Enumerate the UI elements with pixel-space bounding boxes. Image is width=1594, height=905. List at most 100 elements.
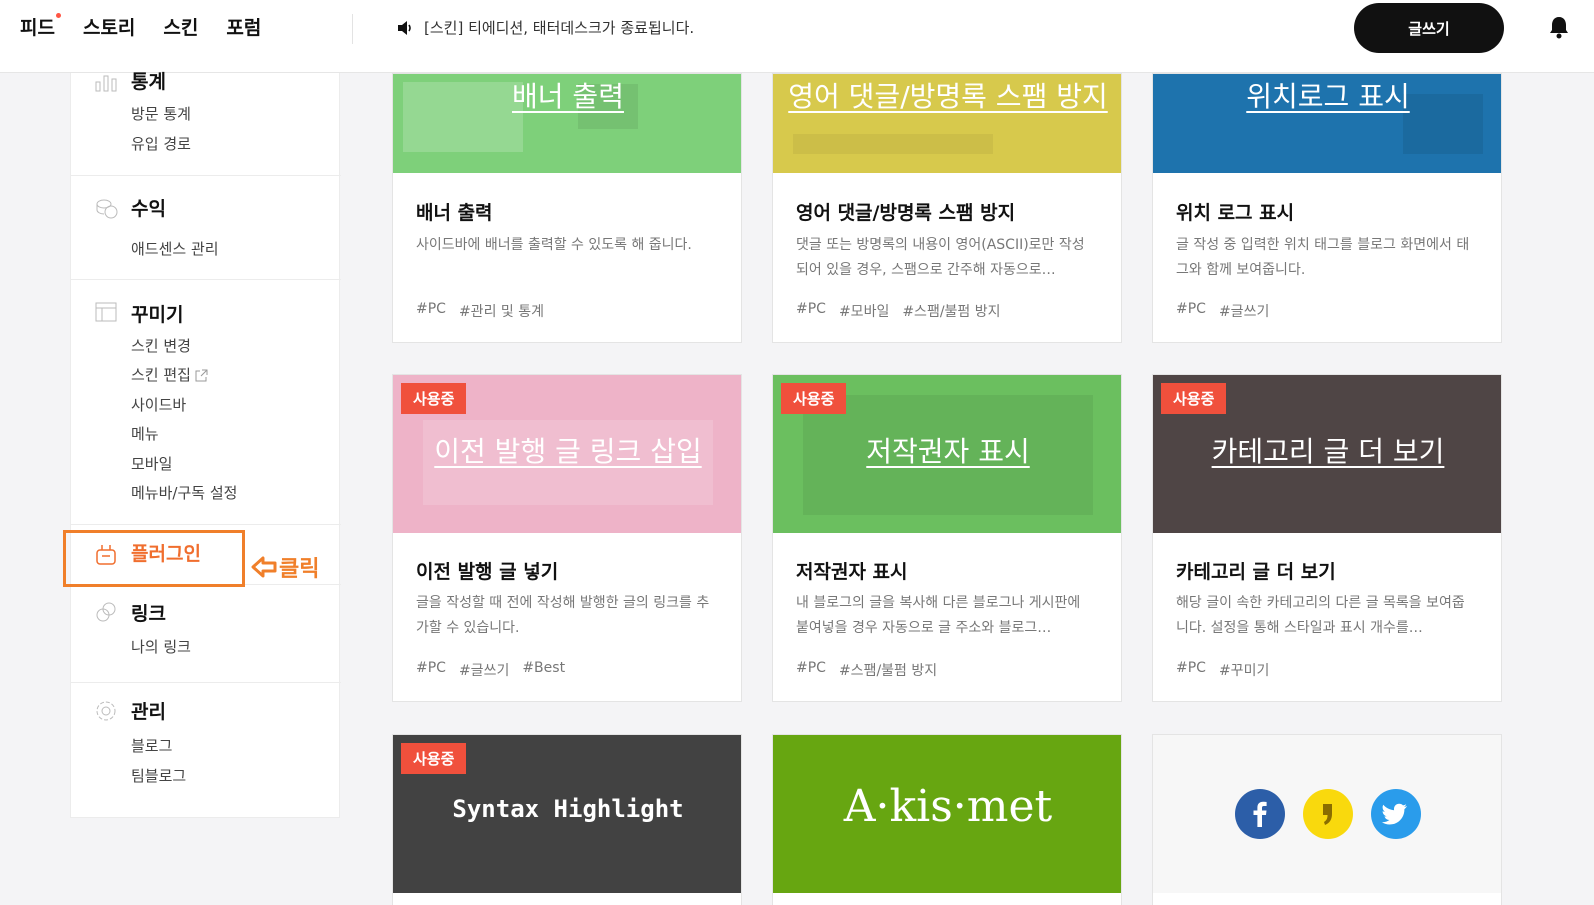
- sidebar-item-sidebar[interactable]: 사이드바: [131, 394, 186, 415]
- sidebar-title-design: 꾸미기: [131, 304, 184, 326]
- card-thumb-title: 영어 댓글/방명록 스팸 방지: [788, 80, 1108, 113]
- top-bar: 피드 스토리 스킨 포럼 [스킨] 티에디션, 태터데스크가 종료됩니다. 글쓰…: [0, 0, 1594, 73]
- card-title: 카테고리 글 더 보기: [1176, 561, 1336, 583]
- plugin-card[interactable]: A·kis·met: [772, 734, 1122, 905]
- card-tags: #PC #꾸미기: [1176, 660, 1282, 680]
- card-tags: #PC #모바일 #스팸/불펌 방지: [796, 301, 1014, 321]
- chart-icon: [95, 75, 117, 92]
- notice-link[interactable]: [스킨] 티에디션, 태터데스크가 종료됩니다.: [396, 17, 694, 38]
- write-button[interactable]: 글쓰기: [1354, 3, 1504, 53]
- notice-text: [스킨] 티에디션, 태터데스크가 종료됩니다.: [424, 19, 695, 37]
- new-dot: [55, 13, 61, 18]
- facebook-icon: [1235, 789, 1285, 839]
- card-description: 글을 작성할 때 전에 작성해 발행한 글의 링크를 추가할 수 있습니다.: [416, 595, 710, 636]
- plugin-card[interactable]: 사용중 Syntax Highlight: [392, 734, 742, 905]
- in-use-badge: 사용중: [401, 743, 467, 774]
- sidebar: 통계 방문 통계 유입 경로 수익 애드센스 관리 꾸미기 스킨 변경 스킨 편…: [70, 71, 341, 818]
- nav-skin[interactable]: 스킨: [163, 14, 198, 42]
- sidebar-item-skin-change[interactable]: 스킨 변경: [131, 335, 191, 356]
- card-thumb-title: 배너 출력: [512, 80, 624, 113]
- click-annotation: 클릭: [251, 551, 319, 583]
- card-tags: #PC #글쓰기: [1176, 301, 1282, 321]
- tag[interactable]: #스팸/불펌 방지: [902, 301, 1000, 321]
- plugin-card[interactable]: [1152, 734, 1502, 905]
- sidebar-item-mobile[interactable]: 모바일: [131, 453, 172, 474]
- tag[interactable]: #PC: [796, 301, 826, 321]
- gear-icon: [96, 701, 116, 721]
- card-thumbnail: 사용중 Syntax Highlight: [393, 735, 741, 893]
- highlight-box: [63, 530, 245, 587]
- sidebar-item-referrer[interactable]: 유입 경로: [131, 133, 191, 154]
- sidebar-section-design: 꾸미기 스킨 변경 스킨 편집 사이드바 메뉴 모바일 메뉴바/구독 설정: [71, 280, 341, 525]
- card-thumbnail: 사용중 카테고리 글 더 보기: [1153, 375, 1501, 533]
- layout-icon: [95, 302, 117, 322]
- arrow-left-icon: [251, 556, 277, 578]
- sidebar-section-revenue: 수익 애드센스 관리: [71, 176, 341, 280]
- card-tags: #PC #관리 및 통계: [416, 301, 557, 321]
- sidebar-item-adsense[interactable]: 애드센스 관리: [131, 238, 219, 259]
- nav-feed[interactable]: 피드: [20, 13, 61, 42]
- card-tags: #PC #스팸/불펌 방지: [796, 660, 950, 680]
- sidebar-item-team-blog[interactable]: 팀블로그: [131, 765, 186, 786]
- sidebar-item-menu[interactable]: 메뉴: [131, 423, 159, 444]
- card-description: 해당 글이 속한 카테고리의 다른 글 목록을 보여줍니다. 설정을 통해 스타…: [1176, 595, 1465, 636]
- card-title: 이전 발행 글 넣기: [416, 561, 559, 583]
- skin-edit-label: 스킨 편집: [131, 366, 191, 384]
- tag[interactable]: #관리 및 통계: [459, 301, 544, 321]
- plugin-card[interactable]: 사용중 저작권자 표시 저작권자 표시 내 블로그의 글을 복사해 다른 블로그…: [772, 374, 1122, 702]
- plugin-card[interactable]: 사용중 카테고리 글 더 보기 카테고리 글 더 보기 해당 글이 속한 카테고…: [1152, 374, 1502, 702]
- sidebar-item-skin-edit[interactable]: 스킨 편집: [131, 364, 208, 385]
- plugin-card[interactable]: 위치로그 표시 위치 로그 표시 글 작성 중 입력한 위치 태그를 블로그 화…: [1152, 73, 1502, 343]
- in-use-badge: 사용중: [1161, 383, 1227, 414]
- tag[interactable]: #PC: [796, 660, 826, 680]
- sidebar-item-menubar[interactable]: 메뉴바/구독 설정: [131, 482, 237, 503]
- tag[interactable]: #꾸미기: [1219, 660, 1269, 680]
- plugin-card[interactable]: 사용중 이전 발행 글 링크 삽입 이전 발행 글 넣기 글을 작성할 때 전에…: [392, 374, 742, 702]
- card-thumb-title: 카테고리 글 더 보기: [1211, 435, 1445, 468]
- tag[interactable]: #PC: [1176, 660, 1206, 680]
- sidebar-item-my-link[interactable]: 나의 링크: [131, 636, 191, 657]
- divider: [352, 14, 353, 44]
- speaker-icon: [398, 20, 411, 35]
- twitter-icon: [1371, 789, 1421, 839]
- card-thumbnail: 사용중 저작권자 표시: [773, 375, 1121, 533]
- card-title: 영어 댓글/방명록 스팸 방지: [796, 202, 1016, 224]
- card-thumbnail: 배너 출력: [393, 74, 741, 173]
- in-use-badge: 사용중: [781, 383, 847, 414]
- plugin-card[interactable]: 배너 출력 배너 출력 사이드바에 배너를 출력할 수 있도록 해 줍니다. #…: [392, 73, 742, 343]
- card-tags: #PC #글쓰기 #Best: [416, 660, 578, 680]
- plugin-card[interactable]: 영어 댓글/방명록 스팸 방지 영어 댓글/방명록 스팸 방지 댓글 또는 방명…: [772, 73, 1122, 343]
- bell-icon[interactable]: [1548, 15, 1570, 39]
- tag[interactable]: #글쓰기: [459, 660, 509, 680]
- card-thumbnail: 사용중 이전 발행 글 링크 삽입: [393, 375, 741, 533]
- sidebar-item-blog[interactable]: 블로그: [131, 735, 172, 756]
- card-thumb-title: Syntax Highlight: [452, 795, 684, 823]
- external-link-icon: [195, 369, 208, 382]
- kakaostory-icon: [1303, 789, 1353, 839]
- tag[interactable]: #스팸/불펌 방지: [839, 660, 937, 680]
- tag[interactable]: #글쓰기: [1219, 301, 1269, 321]
- tag[interactable]: #PC: [416, 301, 446, 321]
- sidebar-item-visit-stats[interactable]: 방문 통계: [131, 103, 191, 124]
- sidebar-title-manage: 관리: [131, 701, 166, 723]
- card-thumb-title: 저작권자 표시: [866, 435, 1030, 468]
- sidebar-section-manage: 관리 블로그 팀블로그: [71, 683, 341, 818]
- sidebar-title-revenue: 수익: [131, 198, 166, 220]
- card-thumb-title: 이전 발행 글 링크 삽입: [434, 435, 702, 468]
- card-description: 내 블로그의 글을 복사해 다른 블로그나 게시판에 붙여넣을 경우 자동으로 …: [796, 595, 1081, 636]
- sidebar-title-link: 링크: [131, 603, 166, 625]
- card-thumbnail: A·kis·met: [773, 735, 1121, 893]
- nav-feed-label: 피드: [20, 17, 55, 39]
- card-thumbnail: 위치로그 표시: [1153, 74, 1501, 173]
- card-description: 글 작성 중 입력한 위치 태그를 블로그 화면에서 태그와 함께 보여줍니다.: [1176, 237, 1470, 278]
- click-label: 클릭: [279, 557, 320, 582]
- card-description: 댓글 또는 방명록의 내용이 영어(ASCII)로만 작성되어 있을 경우, 스…: [796, 237, 1085, 278]
- tag[interactable]: #PC: [1176, 301, 1206, 321]
- tag[interactable]: #Best: [522, 660, 565, 680]
- card-title: 저작권자 표시: [796, 561, 908, 583]
- nav-forum[interactable]: 포럼: [226, 14, 261, 42]
- tag[interactable]: #모바일: [839, 301, 889, 321]
- tag[interactable]: #PC: [416, 660, 446, 680]
- nav-story[interactable]: 스토리: [83, 14, 135, 42]
- card-description: 사이드바에 배너를 출력할 수 있도록 해 줍니다.: [416, 237, 692, 253]
